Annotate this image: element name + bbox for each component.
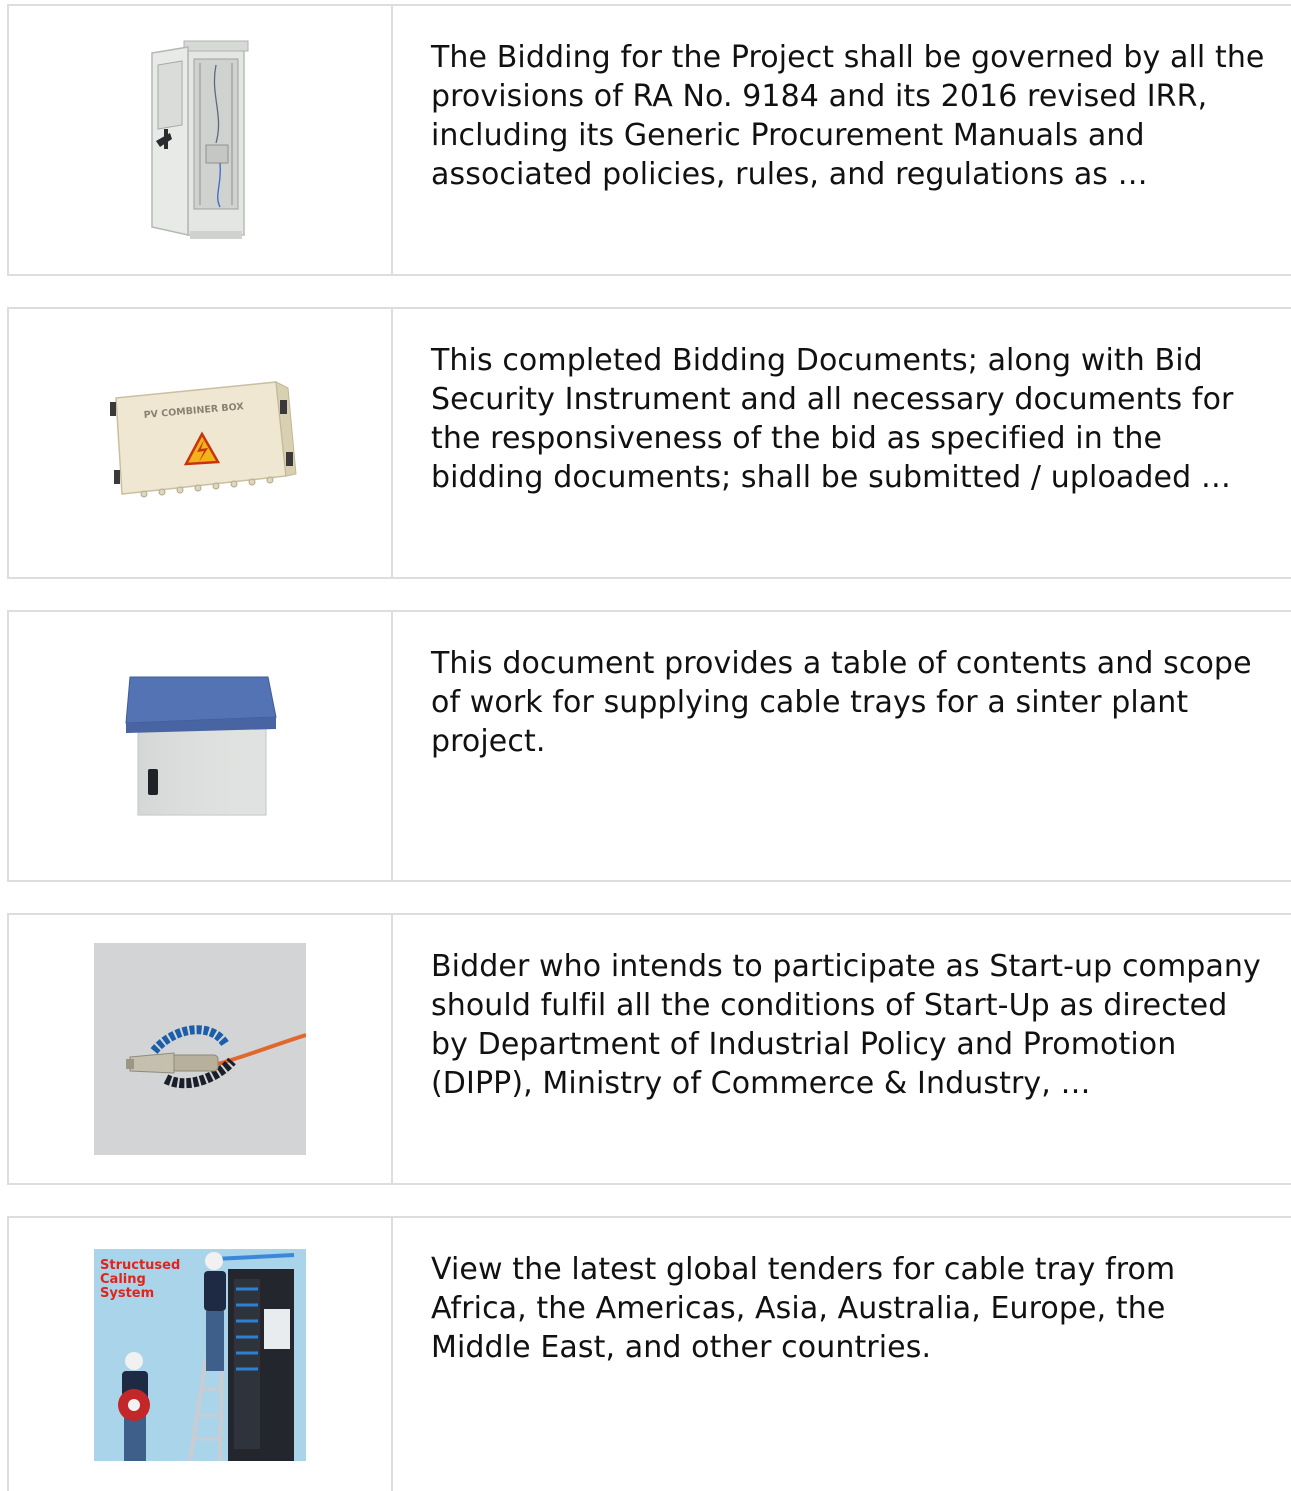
result-text-cell[interactable]: Bidder who intends to participate as Sta… — [393, 915, 1291, 1183]
result-text-cell[interactable]: View the latest global tenders for cable… — [393, 1218, 1291, 1491]
result-snippet[interactable]: This document provides a table of conten… — [431, 644, 1271, 761]
result-card[interactable]: Structused Caling System View the latest… — [7, 1216, 1291, 1491]
result-snippet[interactable]: This completed Bidding Documents; along … — [431, 341, 1271, 497]
result-text-cell[interactable]: This completed Bidding Documents; along … — [393, 309, 1291, 577]
result-text-cell[interactable]: The Bidding for the Project shall be gov… — [393, 6, 1291, 274]
pv-combiner-box-image[interactable]: PV COMBINER BOX — [100, 378, 300, 508]
result-card[interactable]: The Bidding for the Project shall be gov… — [7, 4, 1291, 276]
result-card[interactable]: PV COMBINER BOX This completed Bidding D… — [7, 307, 1291, 579]
result-thumbnail-cell[interactable]: PV COMBINER BOX — [9, 309, 393, 577]
result-snippet[interactable]: View the latest global tenders for cable… — [431, 1250, 1271, 1367]
result-thumbnail-cell[interactable] — [9, 915, 393, 1183]
outdoor-enclosure-blue-roof-image[interactable] — [120, 671, 280, 821]
result-thumbnail-cell[interactable]: Structused Caling System — [9, 1218, 393, 1491]
result-card[interactable]: Bidder who intends to participate as Sta… — [7, 913, 1291, 1185]
result-text-cell[interactable]: This document provides a table of conten… — [393, 612, 1291, 880]
fiber-optic-connector-image[interactable] — [94, 943, 306, 1155]
outdoor-cabinet-open-door-image[interactable] — [130, 35, 270, 245]
result-snippet[interactable]: Bidder who intends to participate as Sta… — [431, 947, 1271, 1103]
structured-cabling-technicians-image[interactable]: Structused Caling System — [94, 1248, 306, 1461]
result-thumbnail-cell[interactable] — [9, 6, 393, 274]
search-results-list: The Bidding for the Project shall be gov… — [7, 4, 1291, 1491]
result-card[interactable]: This document provides a table of conten… — [7, 610, 1291, 882]
result-thumbnail-cell[interactable] — [9, 612, 393, 880]
result-snippet[interactable]: The Bidding for the Project shall be gov… — [431, 38, 1271, 194]
